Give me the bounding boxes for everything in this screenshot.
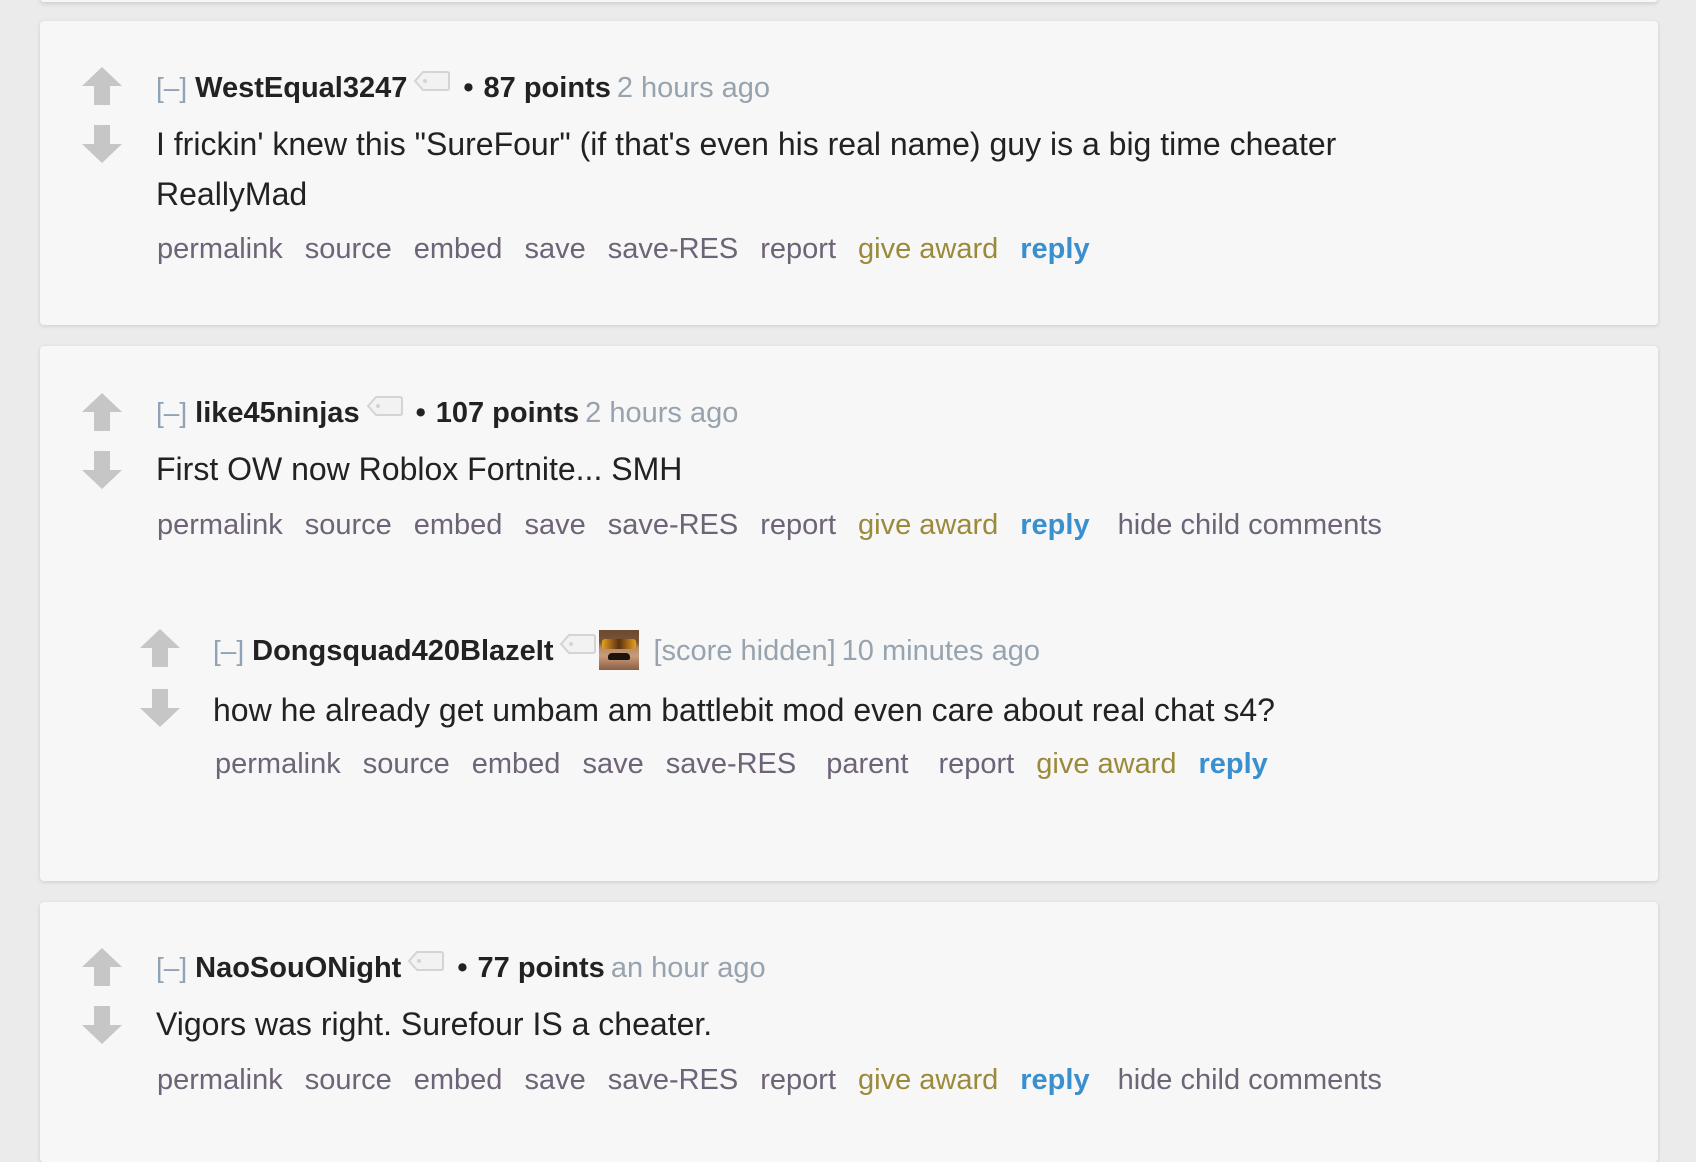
save-link[interactable]: save bbox=[524, 233, 585, 265]
comment-card: [–] WestEqual3247 • 87 points 2 hours ago I … bbox=[40, 21, 1658, 325]
tag-icon[interactable] bbox=[407, 949, 445, 973]
upvote-arrow-icon[interactable] bbox=[140, 629, 180, 667]
upvote-arrow-icon[interactable] bbox=[82, 948, 122, 986]
report-link[interactable]: report bbox=[760, 509, 836, 541]
comment-author[interactable]: WestEqual3247 bbox=[195, 72, 407, 104]
comment-score: 107 points bbox=[435, 397, 580, 429]
hide-child-comments-link[interactable]: hide child comments bbox=[1118, 509, 1382, 541]
score-hidden-label: [score hidden] bbox=[653, 635, 836, 667]
comment-score: 87 points bbox=[483, 72, 611, 104]
comment-body-line: Vigors was right. Surefour IS a cheater. bbox=[156, 1006, 713, 1042]
comment-tagline: [–] Dongsquad420BlazeIt [score hidden] 10 m… bbox=[213, 630, 1040, 670]
parent-link[interactable]: parent bbox=[826, 748, 908, 780]
comment-body: I frickin' knew this "SureFour" (if that… bbox=[156, 119, 1336, 219]
comment-card: [–] like45ninjas • 107 points 2 hours ago Fi… bbox=[40, 346, 1658, 881]
comment-body: how he already get umbam am battlebit mo… bbox=[213, 685, 1275, 735]
tag-icon[interactable] bbox=[366, 394, 404, 418]
user-avatar-image bbox=[599, 630, 640, 670]
source-link[interactable]: source bbox=[305, 1064, 392, 1096]
comment-action-links: permalink source embed save save-RES report gi… bbox=[157, 507, 1404, 543]
save-res-link[interactable]: save-RES bbox=[608, 1064, 739, 1096]
comment-tagline: [–] like45ninjas • 107 points 2 hours ago bbox=[156, 394, 738, 431]
reply-link[interactable]: reply bbox=[1020, 1064, 1089, 1096]
comment-action-links: permalink source embed save save-RES report gi… bbox=[157, 231, 1112, 267]
reply-link[interactable]: reply bbox=[1020, 509, 1089, 541]
permalink-link[interactable]: permalink bbox=[215, 748, 341, 780]
previous-comment-card-edge bbox=[40, 0, 1658, 2]
comment-body: First OW now Roblox Fortnite... SMH bbox=[156, 444, 682, 494]
downvote-arrow-icon[interactable] bbox=[82, 125, 122, 163]
upvote-arrow-icon[interactable] bbox=[82, 67, 122, 105]
separator-bullet: • bbox=[463, 72, 474, 104]
save-res-link[interactable]: save-RES bbox=[608, 233, 739, 265]
comment-score: 77 points bbox=[477, 952, 605, 984]
comment-body: Vigors was right. Surefour IS a cheater. bbox=[156, 999, 712, 1049]
report-link[interactable]: report bbox=[938, 748, 1014, 780]
embed-link[interactable]: embed bbox=[472, 748, 561, 780]
save-link[interactable]: save bbox=[524, 1064, 585, 1096]
comment-body-line: how he already get umbam am battlebit mo… bbox=[213, 692, 1275, 728]
downvote-arrow-icon[interactable] bbox=[140, 689, 180, 727]
save-res-link[interactable]: save-RES bbox=[608, 509, 739, 541]
collapse-toggle[interactable]: [–] bbox=[213, 635, 244, 666]
collapse-toggle[interactable]: [–] bbox=[156, 397, 187, 428]
separator-bullet: • bbox=[415, 397, 426, 429]
permalink-link[interactable]: permalink bbox=[157, 1064, 283, 1096]
downvote-arrow-icon[interactable] bbox=[82, 1006, 122, 1044]
reply-link[interactable]: reply bbox=[1199, 748, 1268, 780]
save-link[interactable]: save bbox=[582, 748, 643, 780]
comment-timestamp: 2 hours ago bbox=[616, 72, 771, 104]
give-award-link[interactable]: give award bbox=[858, 1064, 998, 1096]
comment-timestamp: 10 minutes ago bbox=[841, 635, 1040, 667]
comment-card: [–] NaoSouONight • 77 points an hour ago Vig… bbox=[40, 902, 1658, 1162]
source-link[interactable]: source bbox=[305, 509, 392, 541]
upvote-arrow-icon[interactable] bbox=[82, 393, 122, 431]
save-res-link[interactable]: save-RES bbox=[666, 748, 797, 780]
comment-body-line: I frickin' knew this "SureFour" (if that… bbox=[156, 126, 1337, 162]
comment-action-links: permalink source embed save save-RES report gi… bbox=[157, 1062, 1404, 1098]
collapse-toggle[interactable]: [–] bbox=[156, 952, 187, 983]
collapse-toggle[interactable]: [–] bbox=[156, 72, 187, 103]
tag-icon[interactable] bbox=[413, 69, 451, 93]
comment-author[interactable]: like45ninjas bbox=[195, 397, 359, 429]
comment-body-line: First OW now Roblox Fortnite... SMH bbox=[156, 451, 683, 487]
hide-child-comments-link[interactable]: hide child comments bbox=[1118, 1064, 1382, 1096]
separator-bullet: • bbox=[457, 952, 468, 984]
comment-timestamp: 2 hours ago bbox=[585, 397, 739, 429]
permalink-link[interactable]: permalink bbox=[157, 509, 283, 541]
embed-link[interactable]: embed bbox=[414, 509, 503, 541]
embed-link[interactable]: embed bbox=[414, 233, 503, 265]
give-award-link[interactable]: give award bbox=[858, 233, 998, 265]
give-award-link[interactable]: give award bbox=[1036, 748, 1176, 780]
source-link[interactable]: source bbox=[363, 748, 450, 780]
reply-link[interactable]: reply bbox=[1020, 233, 1089, 265]
tag-icon[interactable] bbox=[559, 632, 597, 656]
report-link[interactable]: report bbox=[760, 1064, 836, 1096]
give-award-link[interactable]: give award bbox=[858, 509, 998, 541]
permalink-link[interactable]: permalink bbox=[157, 233, 283, 265]
comment-timestamp: an hour ago bbox=[610, 952, 766, 984]
save-link[interactable]: save bbox=[524, 509, 585, 541]
report-link[interactable]: report bbox=[760, 233, 836, 265]
comment-tagline: [–] NaoSouONight • 77 points an hour ago bbox=[156, 949, 766, 986]
downvote-arrow-icon[interactable] bbox=[82, 451, 122, 489]
embed-link[interactable]: embed bbox=[414, 1064, 503, 1096]
comment-author[interactable]: Dongsquad420BlazeIt bbox=[252, 635, 553, 667]
comment-action-links: permalink source embed save save-RES parent re… bbox=[215, 746, 1290, 782]
comment-tagline: [–] WestEqual3247 • 87 points 2 hours ago bbox=[156, 69, 770, 106]
comment-author[interactable]: NaoSouONight bbox=[195, 952, 401, 984]
source-link[interactable]: source bbox=[305, 233, 392, 265]
comment-body-line: ReallyMad bbox=[156, 176, 308, 212]
